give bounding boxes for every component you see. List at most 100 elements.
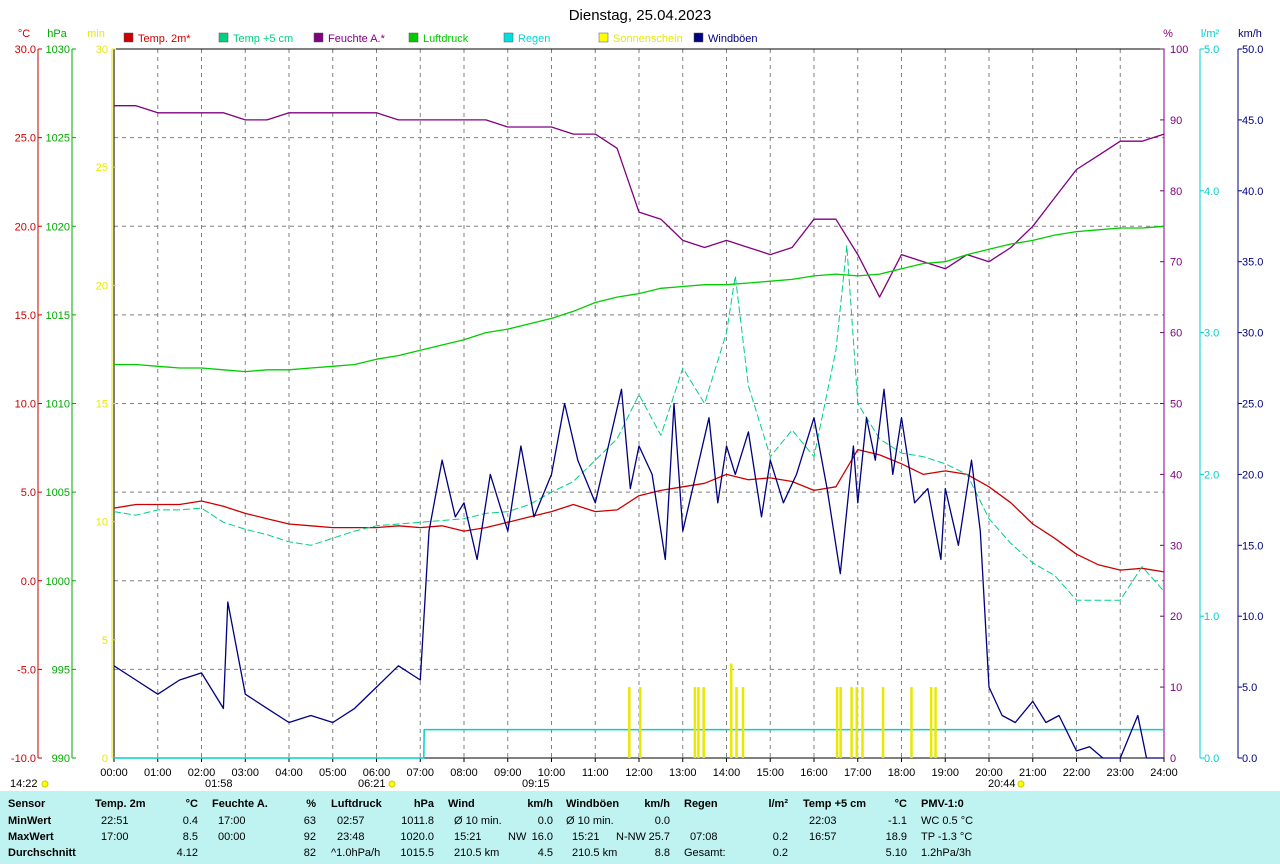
humidity-axis-tick-label: 90 [1170,115,1182,127]
temp-avg-value: 4.12 [176,847,198,859]
x-tick-label: 01:00 [144,767,172,779]
hum-unit: % [306,798,316,810]
gust-min-value: 0.0 [654,815,670,827]
temp-axis-tick-label: 10.0 [15,399,36,411]
x-tick-label: 23:00 [1106,767,1134,779]
legend-label: Temp +5 cm [233,33,293,45]
pressure-axis-tick-label: 1000 [46,576,70,588]
temp5-min-value: -1.1 [888,815,907,827]
temp-min-value: 0.4 [182,815,198,827]
sun-events: 14:22 01:58 06:21 09:15 20:44 [10,778,1025,790]
pmv-trend: 1.2hPa/3h [921,847,972,859]
wind-axis-tick-label: 40.0 [1242,186,1263,198]
legend-swatch [123,32,134,43]
temp-axis-tick-label: 30.0 [15,44,36,56]
time-label: 14:22 [10,778,38,790]
pressure-axis-tick-label: 990 [52,753,70,765]
sunshine-bar [730,663,733,758]
rain-axis-tick-label: 0.0 [1204,753,1219,765]
temp5-unit: °C [894,798,907,810]
press-min-value: 1011.8 [401,815,434,827]
x-tick-label: 21:00 [1019,767,1047,779]
summary-col-rain: Regen l/m² 07:08 0.2 Gesamt: 0.2 [684,791,790,864]
x-tick-label: 18:00 [888,767,916,779]
rain-unit-label: l/m² [1201,28,1220,40]
sunshine-bar [639,687,642,758]
sunset-icon [1017,780,1025,788]
wind-avg-value: 4.5 [537,847,553,859]
pressure-axis-tick-label: 1025 [46,133,70,145]
wind-unit-label: km/h [1238,28,1262,40]
temp-axis-tick-label: 15.0 [15,310,36,322]
gust-unit: km/h [644,798,670,810]
temp-header: Temp. 2m [95,798,146,810]
summary-col-pmv: PMV-1:0 WC 0.5 °C TP -1.3 °C 1.2hPa/3h [921,791,1021,864]
wind-max-time: 15:21 [454,831,482,843]
wind-min-value: 0.0 [537,815,553,827]
humidity-axis-tick-label: 70 [1170,257,1182,269]
legend-swatch [503,32,514,43]
temp-min-time: 22:51 [101,815,129,827]
moonset-label: 09:15 [522,778,550,790]
x-tick-label: 24:00 [1150,767,1178,779]
wind-max-value: 16.0 [531,831,553,843]
sun-axis-tick-label: 15 [96,399,108,411]
humidity-axis-tick-label: 30 [1170,540,1182,552]
sun-axis-tick-label: 5 [102,635,108,647]
sun-axis-tick-label: 20 [96,280,108,292]
temp-unit: °C [185,798,198,810]
rain-unit: l/m² [768,798,788,810]
pressure-axis-tick-label: 1005 [46,487,70,499]
rain-total-label: Gesamt: [684,847,726,859]
x-tick-label: 13:00 [669,767,697,779]
sunshine-bar [850,687,853,758]
sunshine-bar [741,687,745,758]
x-tick-label: 05:00 [319,767,347,779]
humidity-axis-tick-label: 80 [1170,186,1182,198]
wind-axis-tick-label: 30.0 [1242,328,1263,340]
sunshine-bar [839,687,842,758]
max-row-label: MaxWert [8,831,54,843]
rain-axis-tick-label: 4.0 [1204,186,1219,198]
pressure-axis-tick-label: 1015 [46,310,70,322]
press-unit: hPa [413,798,434,810]
gust-avg-value: 8.8 [654,847,670,859]
moonrise-label: 01:58 [205,778,233,790]
temp-axis-tick-label: -10.0 [11,753,36,765]
temp5-header: Temp +5 cm [803,798,867,810]
press-avg-value: 1015.5 [400,847,434,859]
min-row-label: MinWert [8,815,52,827]
temp-unit-label: °C [18,28,30,40]
sensor-header: Sensor [8,798,46,810]
gust-max-time: 15:21 [572,831,600,843]
sunshine-bar [697,687,700,758]
sunshine-bar [881,687,885,758]
sunshine-bar [929,687,933,758]
rain-axis-tick-label: 2.0 [1204,469,1219,481]
x-tick-label: 09:00 [494,767,522,779]
temp5-max-time: 16:57 [809,831,837,843]
temp-max-time: 17:00 [101,831,129,843]
pmv-header: PMV-1:0 [921,798,964,810]
summary-col-temp: Temp. 2m °C 22:51 0.4 17:00 8.5 4.12 [95,791,200,864]
pressure-axis-tick-label: 1030 [46,44,70,56]
grid [114,49,1164,758]
rain-axis-tick-label: 3.0 [1204,328,1219,340]
wind-axis-tick-label: 0.0 [1242,753,1257,765]
gust-max-dir: N-NW [616,831,646,843]
pressure-axis-tick-label: 1020 [46,221,70,233]
hum-min-time: 17:00 [218,815,246,827]
x-tick-label: 03:00 [231,767,259,779]
hum-avg-value: 82 [303,847,316,859]
sun-axis-tick-label: 30 [96,44,108,56]
pmv-tp: TP -1.3 °C [921,831,973,843]
temp5-min-time: 22:03 [809,815,837,827]
wind-min-label: Ø 10 min. [454,815,502,827]
hum-max-value: 92 [303,831,316,843]
rain-header: Regen [684,798,718,810]
sun-axis-tick-label: 10 [96,517,108,529]
legend-swatch [408,32,419,43]
wind-axis-tick-label: 5.0 [1242,682,1257,694]
sunshine-bar [735,687,738,758]
sunshine-bar [855,687,859,758]
